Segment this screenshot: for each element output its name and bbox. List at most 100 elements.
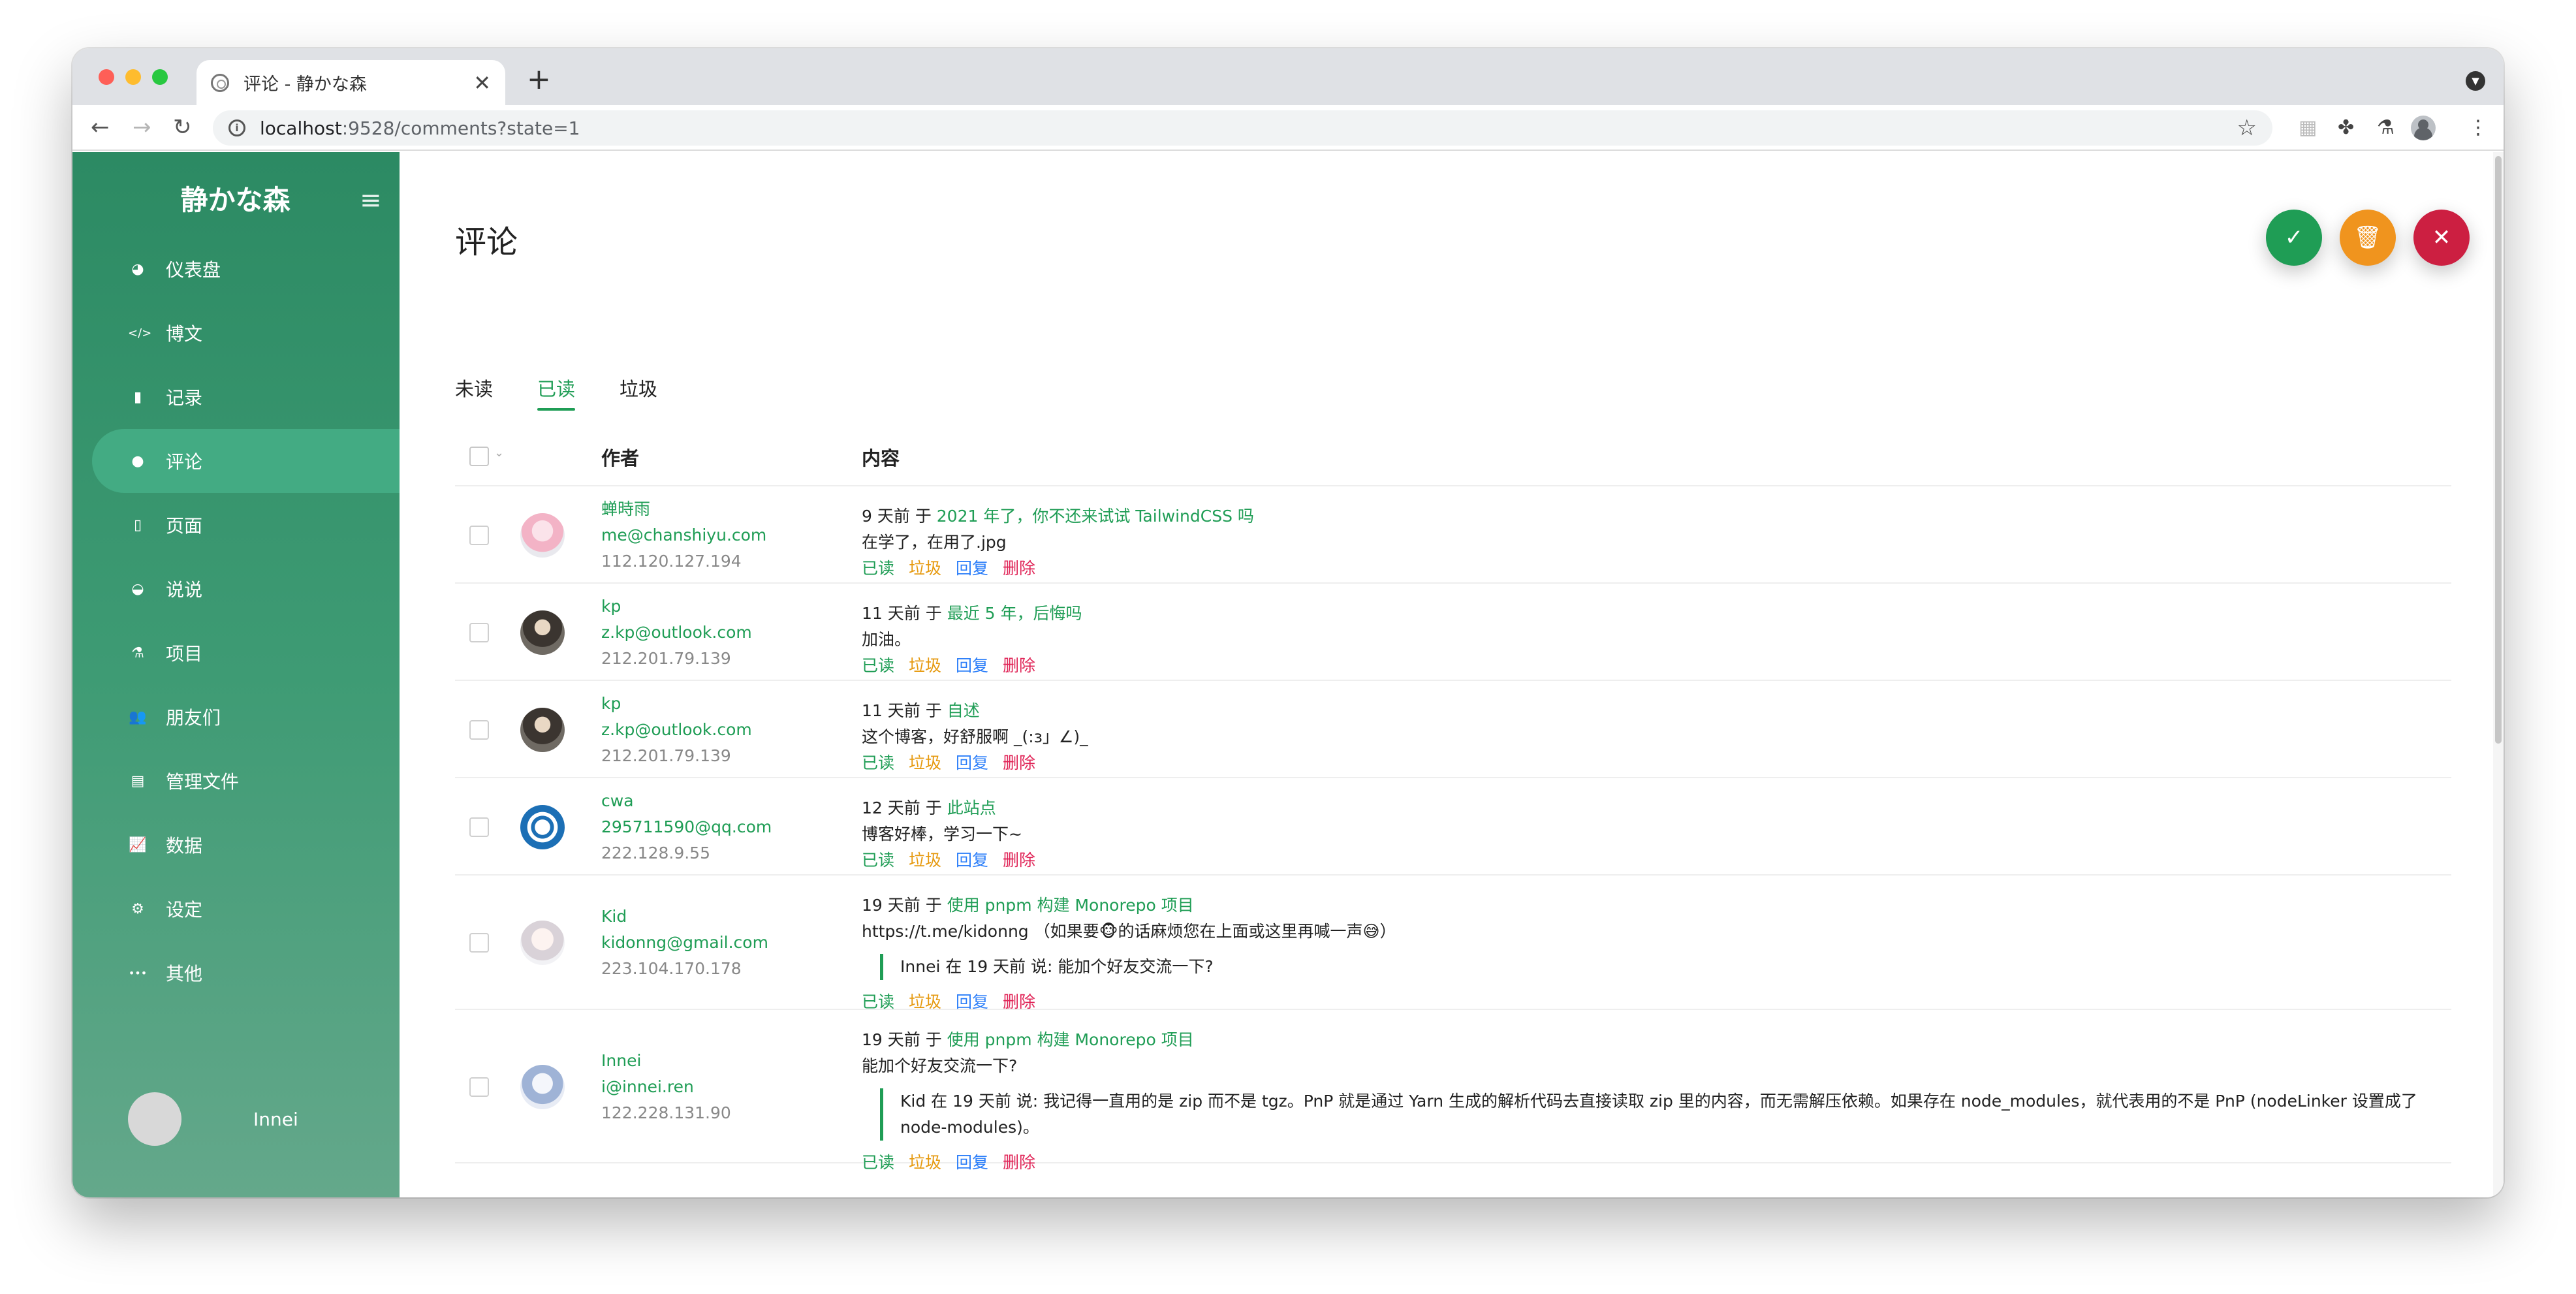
maximize-window-button[interactable] — [152, 69, 168, 85]
sidebar-item-label: 朋友们 — [166, 707, 221, 729]
reply-link[interactable]: 回复 — [956, 656, 988, 675]
puzzle-icon[interactable]: ✤ — [2338, 116, 2354, 140]
delete-link[interactable]: 删除 — [1003, 753, 1035, 772]
tab-search-button[interactable]: ▼ — [2466, 71, 2485, 91]
mark-read-link[interactable]: 已读 — [862, 753, 894, 772]
flask-icon[interactable]: ⚗ — [2377, 116, 2395, 140]
sidebar-item-8[interactable]: ▤ 管理文件 — [72, 749, 400, 813]
row-checkbox[interactable] — [469, 1077, 489, 1097]
reply-link[interactable]: 回复 — [956, 1153, 988, 1172]
author-email[interactable]: 295711590@qq.com — [601, 814, 772, 840]
book-icon: ▮ — [133, 388, 142, 405]
post-link[interactable]: 使用 pnpm 构建 Monorepo 项目 — [947, 1030, 1194, 1049]
row-checkbox[interactable] — [469, 817, 489, 837]
author-name[interactable]: kp — [601, 691, 752, 717]
browser-tab[interactable]: 评论 - 静かな森 ✕ — [196, 60, 505, 105]
close-icon: ✕ — [2432, 225, 2451, 251]
address-bar[interactable]: i localhost:9528/comments?state=1 ☆ — [213, 110, 2272, 146]
sidebar-item-10[interactable]: ⚙ 设定 — [72, 877, 400, 941]
back-icon[interactable]: ← — [91, 114, 110, 140]
sidebar-item-6[interactable]: ⚗ 项目 — [72, 621, 400, 685]
author-email[interactable]: i@innei.ren — [601, 1074, 731, 1100]
mark-spam-link[interactable]: 垃圾 — [909, 851, 941, 870]
mark-read-link[interactable]: 已读 — [862, 1153, 894, 1172]
reply-link[interactable]: 回复 — [956, 851, 988, 870]
delete-link[interactable]: 删除 — [1003, 559, 1035, 578]
chevron-down-icon[interactable]: ⌄ — [494, 446, 504, 460]
post-link[interactable]: 2021 年了，你不还来试试 TailwindCSS 吗 — [937, 507, 1254, 526]
minimize-window-button[interactable] — [125, 69, 141, 85]
mark-spam-link[interactable]: 垃圾 — [909, 559, 941, 578]
scrollbar-thumb[interactable] — [2495, 156, 2502, 744]
sidebar-item-7[interactable]: 👥 朋友们 — [72, 685, 400, 749]
sidebar-item-2[interactable]: ▮ 记录 — [72, 365, 400, 429]
select-all-checkbox[interactable] — [469, 447, 489, 466]
reply-link[interactable]: 回复 — [956, 992, 988, 1011]
scrollbar[interactable] — [2493, 152, 2504, 1197]
sidebar-item-5[interactable]: ◒ 说说 — [72, 557, 400, 621]
mark-read-button[interactable]: ✓ — [2266, 210, 2322, 266]
mark-spam-link[interactable]: 垃圾 — [909, 656, 941, 675]
mark-read-link[interactable]: 已读 — [862, 656, 894, 675]
row-checkbox[interactable] — [469, 622, 489, 642]
forward-icon[interactable]: → — [133, 114, 151, 140]
bookmark-star-icon[interactable]: ☆ — [2237, 115, 2257, 141]
user-profile[interactable]: Innei — [128, 1092, 298, 1146]
author-email[interactable]: z.kp@outlook.com — [601, 620, 752, 646]
close-window-button[interactable] — [99, 69, 114, 85]
mark-read-link[interactable]: 已读 — [862, 559, 894, 578]
delete-button[interactable]: ✕ — [2413, 210, 2470, 266]
extension-icon[interactable]: ▦ — [2299, 116, 2317, 140]
post-link[interactable]: 使用 pnpm 构建 Monorepo 项目 — [947, 896, 1194, 915]
reload-icon[interactable]: ↻ — [173, 114, 192, 140]
comment-at: 于 — [925, 798, 942, 817]
mark-read-link[interactable]: 已读 — [862, 992, 894, 1011]
sidebar-item-4[interactable]: ▯ 页面 — [72, 493, 400, 557]
reply-link[interactable]: 回复 — [956, 753, 988, 772]
row-checkbox[interactable] — [469, 933, 489, 953]
delete-link[interactable]: 删除 — [1003, 656, 1035, 675]
author-email[interactable]: me@chanshiyu.com — [601, 522, 766, 548]
delete-link[interactable]: 删除 — [1003, 992, 1035, 1011]
sidebar-item-9[interactable]: 📈 数据 — [72, 813, 400, 877]
tab-1[interactable]: 已读 — [537, 374, 576, 411]
info-icon[interactable]: i — [228, 119, 245, 136]
row-checkbox[interactable] — [469, 719, 489, 740]
tab-0[interactable]: 未读 — [455, 374, 493, 411]
comment-time: 9 天前 — [862, 507, 910, 526]
profile-avatar-icon[interactable] — [2411, 116, 2436, 140]
row-checkbox[interactable] — [469, 525, 489, 545]
trash-icon: 🗑 — [2353, 225, 2382, 251]
author-name[interactable]: Kid — [601, 904, 768, 930]
author-name[interactable]: 蝉時雨 — [601, 496, 766, 522]
comment-meta: 9 天前 于 2021 年了，你不还来试试 TailwindCSS 吗 — [862, 503, 2442, 529]
delete-link[interactable]: 删除 — [1003, 851, 1035, 870]
mark-spam-link[interactable]: 垃圾 — [909, 1153, 941, 1172]
move-to-trash-button[interactable]: 🗑 — [2340, 210, 2396, 266]
hamburger-menu-icon[interactable]: ≡ — [360, 187, 382, 213]
mark-read-link[interactable]: 已读 — [862, 851, 894, 870]
sidebar-item-label: 记录 — [166, 387, 203, 409]
sidebar-item-3[interactable]: ● 评论 — [92, 429, 400, 493]
sidebar-item-11[interactable]: ••• 其他 — [72, 941, 400, 1005]
mark-spam-link[interactable]: 垃圾 — [909, 992, 941, 1011]
author-name[interactable]: cwa — [601, 788, 772, 814]
author-email[interactable]: kidonng@gmail.com — [601, 930, 768, 956]
kebab-menu-icon[interactable]: ⋮ — [2468, 116, 2488, 140]
close-tab-icon[interactable]: ✕ — [473, 71, 491, 95]
comment-time: 11 天前 — [862, 701, 920, 720]
sidebar-item-0[interactable]: ◕ 仪表盘 — [72, 237, 400, 301]
author-email[interactable]: z.kp@outlook.com — [601, 717, 752, 743]
reply-link[interactable]: 回复 — [956, 559, 988, 578]
mark-spam-link[interactable]: 垃圾 — [909, 753, 941, 772]
avatar[interactable] — [128, 1092, 181, 1146]
author-name[interactable]: Innei — [601, 1048, 731, 1074]
sidebar-item-1[interactable]: </> 博文 — [72, 301, 400, 365]
tab-2[interactable]: 垃圾 — [620, 374, 657, 411]
new-tab-button[interactable]: + — [527, 65, 551, 94]
author-name[interactable]: kp — [601, 593, 752, 620]
post-link[interactable]: 自述 — [947, 701, 980, 720]
post-link[interactable]: 此站点 — [947, 798, 996, 817]
delete-link[interactable]: 删除 — [1003, 1153, 1035, 1172]
post-link[interactable]: 最近 5 年，后悔吗 — [947, 604, 1082, 623]
